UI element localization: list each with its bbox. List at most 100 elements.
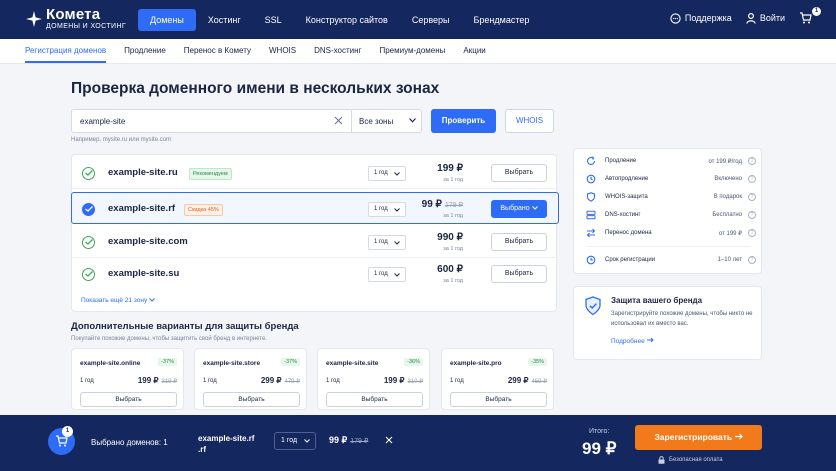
info-row-renewal: Продление от 199 ₽/год ? xyxy=(586,156,756,168)
more-link[interactable]: Подробнее xyxy=(611,337,654,345)
select-button[interactable]: Выбрать xyxy=(491,265,547,283)
result-row[interactable]: example-site.com 1 год 990 ₽ за 1 год Вы… xyxy=(72,226,558,258)
check-circle-icon xyxy=(82,236,95,249)
info-value: от 199 ₽/год xyxy=(708,159,742,165)
support-link[interactable]: Поддержка xyxy=(670,12,732,24)
footer-cart-badge: 1 xyxy=(62,426,73,437)
footer-old-price: 179 ₽ xyxy=(350,438,369,445)
login-label: Войти xyxy=(759,13,785,23)
alt-domain-name: example-site.pro xyxy=(450,360,502,367)
alt-select-button[interactable]: Выбрать xyxy=(450,392,547,407)
chevron-down-icon xyxy=(409,118,416,123)
price: 600 ₽ xyxy=(437,264,463,275)
nav-site-builder[interactable]: Конструктор сайтов xyxy=(294,9,400,31)
years-select[interactable]: 1 год xyxy=(368,202,406,217)
selected-label: Выбрано xyxy=(500,205,530,212)
info-label: WHOIS-защита xyxy=(605,194,648,200)
nav-hosting[interactable]: Хостинг xyxy=(196,9,253,31)
tab-promotions[interactable]: Акции xyxy=(463,39,485,63)
remove-icon[interactable] xyxy=(385,436,393,444)
check-button[interactable]: Проверить xyxy=(431,109,496,133)
result-row[interactable]: example-site.ru Рекомендуем 1 год 199 ₽ … xyxy=(72,157,558,189)
comet-logo-icon xyxy=(26,10,42,27)
tab-transfer[interactable]: Перенос в Комету xyxy=(184,39,251,63)
domain-info-panel: Продление от 199 ₽/год ? Автопродление В… xyxy=(573,148,762,274)
user-icon xyxy=(746,12,756,24)
help-icon[interactable]: ? xyxy=(748,157,756,165)
years-select[interactable]: 1 год xyxy=(368,267,406,282)
zone-select[interactable]: Все зоны xyxy=(351,110,423,132)
info-label: DNS-хостинг xyxy=(605,212,641,218)
help-icon[interactable]: ? xyxy=(748,193,756,201)
tab-whois[interactable]: WHOIS xyxy=(269,39,296,63)
price-value: 990 ₽ xyxy=(437,232,463,243)
more-label: Подробнее xyxy=(611,338,645,345)
price-period: за 1 год xyxy=(443,213,463,219)
login-link[interactable]: Войти xyxy=(746,12,785,24)
arrow-right-icon xyxy=(734,433,743,440)
discount-badge: Скидка 45% xyxy=(184,204,223,216)
arrow-right-icon xyxy=(646,337,654,343)
alt-price: 199 ₽310 ₽ xyxy=(384,376,423,385)
nav-ssl[interactable]: SSL xyxy=(253,9,294,31)
alt-select-button[interactable]: Выбрать xyxy=(326,392,423,407)
chevron-down-icon xyxy=(531,206,538,210)
cart-count-badge: 1 xyxy=(812,7,821,16)
select-button[interactable]: Выбрать xyxy=(491,233,547,251)
footer-years-select[interactable]: 1 год xyxy=(274,432,316,450)
alternatives-subtitle: Покупайте похожие домены, чтобы защитить… xyxy=(71,336,267,342)
register-label: Зарегистрировать xyxy=(654,432,733,442)
select-button[interactable]: Выбрать xyxy=(491,164,547,182)
shield-check-icon xyxy=(585,296,601,316)
price-value: 99 ₽ xyxy=(421,199,442,210)
brand-protection-card: Защита вашего бренда Зарегистрируйте пох… xyxy=(573,286,762,360)
nav-servers[interactable]: Серверы xyxy=(400,9,462,31)
alt-years: 1 год xyxy=(450,378,464,384)
clock-icon xyxy=(586,255,596,265)
price-value: 600 ₽ xyxy=(437,264,463,275)
years-value: 1 год xyxy=(374,170,388,176)
lock-icon xyxy=(658,456,665,464)
show-more-link[interactable]: Показать ещё 21 зону xyxy=(81,297,155,304)
price: 199 ₽ xyxy=(437,163,463,174)
protect-text: Зарегистрируйте похожие домены, чтобы ни… xyxy=(611,311,753,327)
alt-domain-name: example-site.online xyxy=(80,360,141,367)
alt-select-button[interactable]: Выбрать xyxy=(203,392,300,407)
logo[interactable]: Комета ДОМЕНЫ И ХОСТИНГ xyxy=(26,7,126,30)
check-circle-icon xyxy=(82,167,95,180)
info-row-transfer: Перенос домена от 199 ₽ ? xyxy=(586,228,756,240)
register-button[interactable]: Зарегистрировать xyxy=(635,425,762,450)
years-select[interactable]: 1 год xyxy=(368,235,406,250)
help-icon[interactable]: ? xyxy=(748,175,756,183)
refresh-icon xyxy=(586,156,596,165)
tab-premium-domains[interactable]: Премиум-домены xyxy=(379,39,445,63)
tab-renewal[interactable]: Продление xyxy=(124,39,166,63)
alt-price: 299 ₽459 ₽ xyxy=(508,376,547,385)
cart-button[interactable]: 1 xyxy=(799,7,821,24)
alt-select-button[interactable]: Выбрать xyxy=(80,392,177,407)
selected-button[interactable]: Выбрано xyxy=(491,200,547,218)
years-value: 1 год xyxy=(374,271,388,277)
footer-price: 99 ₽179 ₽ xyxy=(329,435,368,446)
nav-domains[interactable]: Домены xyxy=(138,9,196,31)
help-icon[interactable]: ? xyxy=(748,211,756,219)
whois-button[interactable]: WHOIS xyxy=(505,109,554,133)
tab-domain-registration[interactable]: Регистрация доменов xyxy=(25,39,107,63)
tab-dns-hosting[interactable]: DNS-хостинг xyxy=(314,39,361,63)
years-select[interactable]: 1 год xyxy=(368,166,406,181)
result-row-selected[interactable]: example-site.rf Скидка 45% 1 год 99 ₽179… xyxy=(71,192,559,224)
info-value: Бесплатно xyxy=(712,212,742,218)
info-label: Срок регистрации xyxy=(605,257,656,263)
alt-price-value: 199 ₽ xyxy=(137,376,159,385)
alt-old-price: 479 ₽ xyxy=(284,379,301,385)
alt-years: 1 год xyxy=(80,378,94,384)
help-icon[interactable]: ? xyxy=(748,256,756,264)
clear-icon[interactable] xyxy=(334,116,343,125)
nav-brandmaster[interactable]: Брендмастер xyxy=(462,9,542,31)
shield-icon xyxy=(586,192,596,202)
years-value: 1 год xyxy=(374,239,388,245)
domain-name: example-site.com xyxy=(108,236,188,247)
result-row[interactable]: example-site.su 1 год 600 ₽ за 1 год Выб… xyxy=(72,258,558,290)
help-icon[interactable]: ? xyxy=(748,229,756,237)
domain-search-input[interactable] xyxy=(80,110,330,132)
